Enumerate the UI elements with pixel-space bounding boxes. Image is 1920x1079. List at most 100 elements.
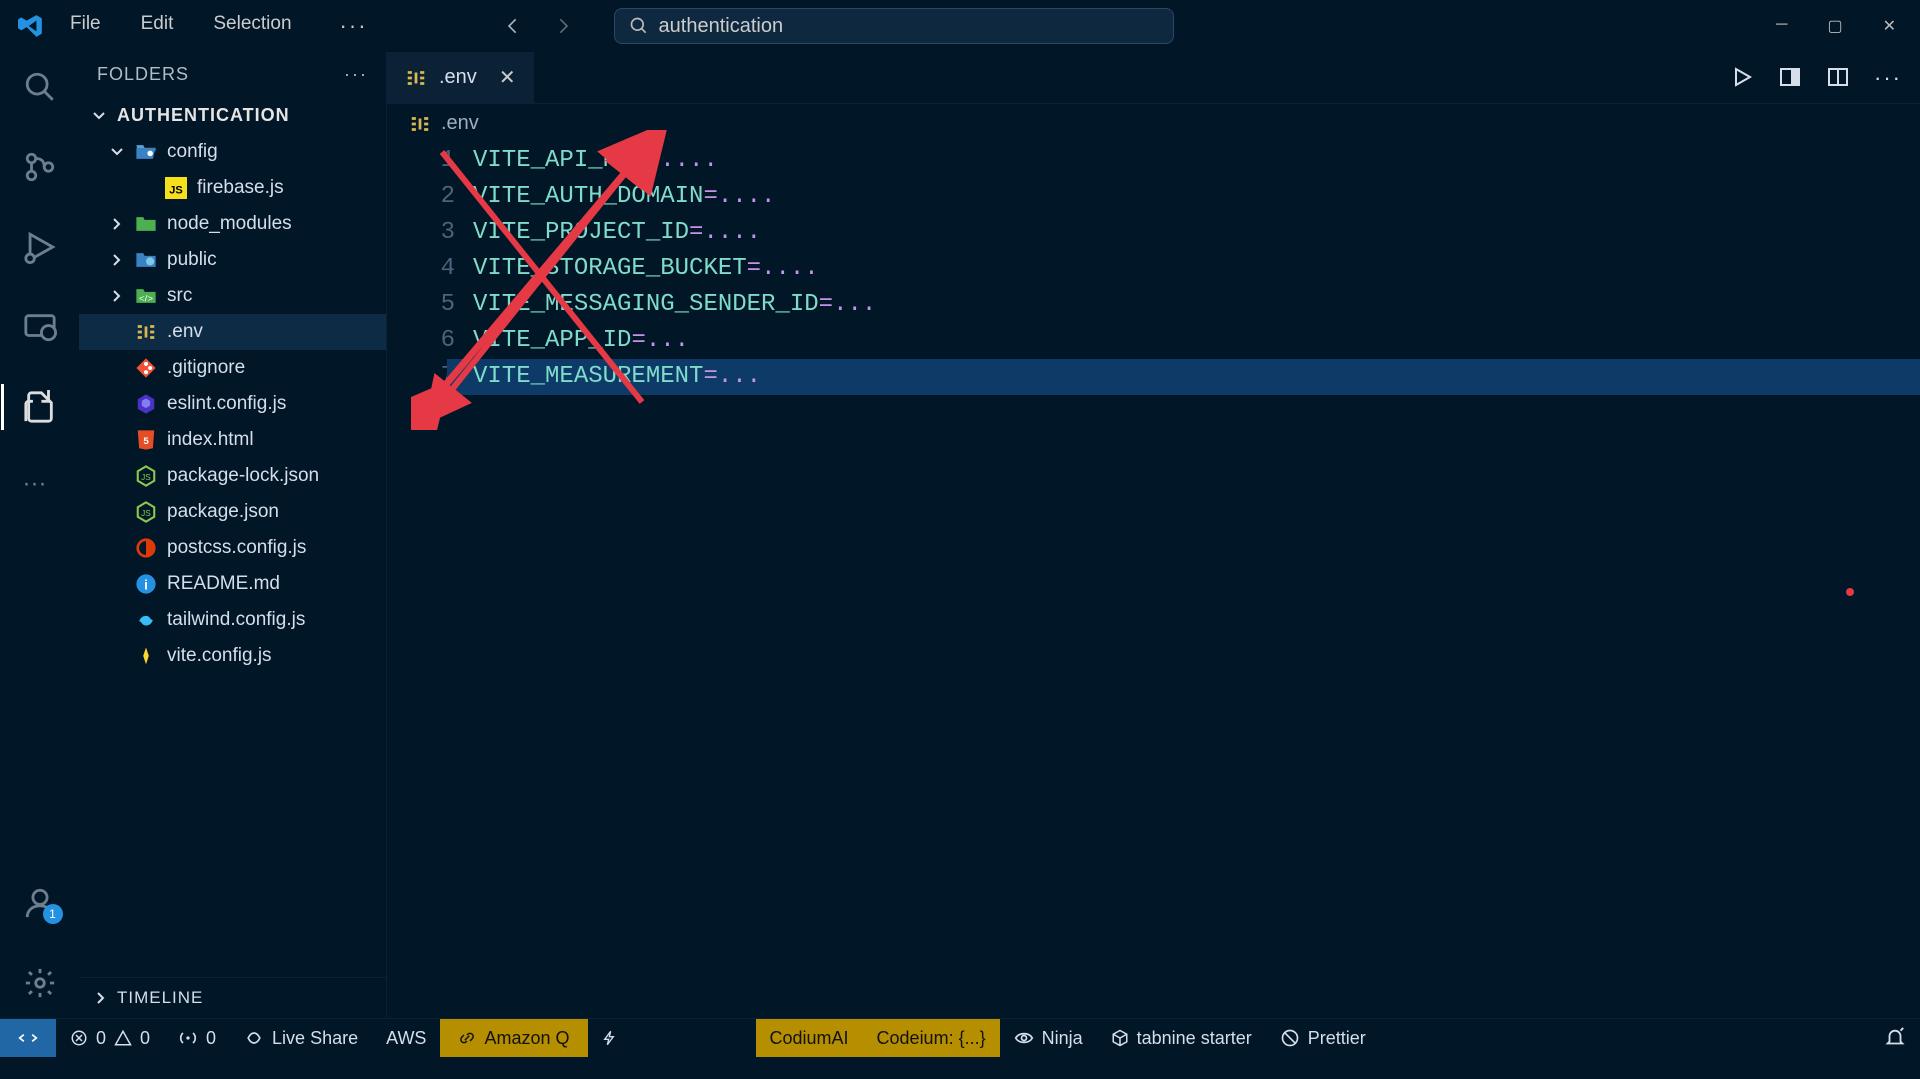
workspace-root[interactable]: AUTHENTICATION	[79, 97, 386, 134]
remote-indicator[interactable]	[0, 1019, 56, 1057]
tree-item-label: README.md	[167, 573, 280, 595]
tree-item-label: postcss.config.js	[167, 537, 306, 559]
breadcrumb-file: .env	[441, 112, 479, 135]
liveshare-icon	[244, 1028, 264, 1048]
code-line-6[interactable]: VITE_APP_ID=...	[473, 323, 1920, 359]
svg-text:JS: JS	[141, 509, 151, 518]
codium-status[interactable]: CodiumAI	[756, 1019, 863, 1057]
svg-text:JS: JS	[141, 473, 151, 482]
sidebar-header: FOLDERS ···	[79, 52, 386, 97]
breadcrumbs[interactable]: .env	[387, 104, 1920, 143]
nav-forward-icon[interactable]	[552, 16, 572, 36]
tab-env[interactable]: .env ✕	[387, 52, 534, 104]
tree-item-label: index.html	[167, 429, 254, 451]
aws-label: AWS	[386, 1028, 426, 1049]
code-line-2[interactable]: VITE_AUTH_DOMAIN=....	[473, 179, 1920, 215]
tree-item-package-json[interactable]: JSpackage.json	[79, 494, 386, 530]
chevron-down-icon	[91, 108, 107, 124]
split-editor-icon[interactable]	[1826, 65, 1850, 89]
search-activity-icon[interactable]	[23, 70, 57, 104]
tree-item-vite-config-js[interactable]: vite.config.js	[79, 638, 386, 674]
nav-back-icon[interactable]	[504, 16, 524, 36]
explorer-icon[interactable]	[23, 390, 57, 424]
editor-area[interactable]: 1234567 VITE_API_KEY=....VITE_AUTH_DOMAI…	[387, 143, 1920, 1018]
menu-file[interactable]: File	[64, 9, 107, 43]
tree-item--env[interactable]: .env	[79, 314, 386, 350]
menu-selection[interactable]: Selection	[207, 9, 297, 43]
settings-gear-icon[interactable]	[23, 966, 57, 1000]
tree-item-label: tailwind.config.js	[167, 609, 305, 631]
editor-more-icon[interactable]: ···	[1874, 65, 1902, 91]
split-right-icon[interactable]	[1778, 65, 1802, 89]
timeline-section[interactable]: TIMELINE	[79, 977, 386, 1018]
editor-group: .env ✕ ··· .env 1234567 VITE_API_KEY=...…	[387, 52, 1920, 1018]
tab-bar: .env ✕ ···	[387, 52, 1920, 104]
tree-item-config[interactable]: config	[79, 134, 386, 170]
warnings-count: 0	[140, 1028, 150, 1049]
tree-item-src[interactable]: </>src	[79, 278, 386, 314]
node-icon: JS	[135, 465, 157, 487]
folder-src-icon: </>	[135, 285, 157, 307]
remote-explorer-icon[interactable]	[23, 310, 57, 344]
tree-item-label: .env	[167, 321, 203, 343]
sidebar-more-icon[interactable]: ···	[344, 64, 368, 85]
source-control-icon[interactable]	[23, 150, 57, 184]
maximize-icon[interactable]: ▢	[1827, 16, 1842, 36]
js-icon: JS	[165, 177, 187, 199]
tree-item-label: package-lock.json	[167, 465, 319, 487]
run-debug-icon[interactable]	[23, 230, 57, 264]
tree-item--gitignore[interactable]: .gitignore	[79, 350, 386, 386]
accounts-icon[interactable]: 1	[23, 886, 57, 920]
tree-item-README-md[interactable]: iREADME.md	[79, 566, 386, 602]
run-icon[interactable]	[1730, 65, 1754, 89]
git-icon	[135, 357, 157, 379]
command-center-text: authentication	[659, 15, 784, 38]
tree-item-eslint-config-js[interactable]: eslint.config.js	[79, 386, 386, 422]
tree-item-label: node_modules	[167, 213, 292, 235]
problems-status[interactable]: 0 0	[56, 1019, 164, 1057]
tree-item-index-html[interactable]: 5index.html	[79, 422, 386, 458]
amazonq-status[interactable]: Amazon Q	[440, 1019, 587, 1057]
ports-status[interactable]: 0	[164, 1019, 230, 1057]
tree-item-label: public	[167, 249, 217, 271]
ninja-label: Ninja	[1042, 1028, 1083, 1049]
tree-item-public[interactable]: public	[79, 242, 386, 278]
notifications-status[interactable]	[1870, 1019, 1920, 1057]
code-line-1[interactable]: VITE_API_KEY=....	[473, 143, 1920, 179]
tree-item-package-lock-json[interactable]: JS package-lock.json	[79, 458, 386, 494]
codeium-status[interactable]: Codeium: {...}	[863, 1019, 1000, 1057]
menu-edit[interactable]: Edit	[135, 9, 180, 43]
tab-close-icon[interactable]: ✕	[499, 65, 516, 90]
prettier-label: Prettier	[1308, 1028, 1366, 1049]
code-line-4[interactable]: VITE_STORAGE_BUCKET=....	[473, 251, 1920, 287]
tree-item-firebase-js[interactable]: JSfirebase.js	[79, 170, 386, 206]
tabnine-status[interactable]: tabnine starter	[1097, 1019, 1266, 1057]
liveshare-label: Live Share	[272, 1028, 358, 1049]
code-line-5[interactable]: VITE_MESSAGING_SENDER_ID=...	[473, 287, 1920, 323]
svg-text:</>: </>	[139, 294, 153, 305]
tree-item-node_modules[interactable]: node_modules	[79, 206, 386, 242]
ports-count: 0	[206, 1028, 216, 1049]
code-line-3[interactable]: VITE_PROJECT_ID=....	[473, 215, 1920, 251]
tailwind-icon	[135, 609, 157, 631]
codium-label: CodiumAI	[770, 1028, 849, 1049]
minimize-icon[interactable]: ─	[1776, 16, 1787, 36]
code-line-7[interactable]: VITE_MEASUREMENT=...	[447, 359, 1920, 395]
aws-status[interactable]: AWS	[372, 1019, 440, 1057]
close-window-icon[interactable]: ✕	[1883, 16, 1896, 36]
ninja-status[interactable]: Ninja	[1000, 1019, 1097, 1057]
command-center[interactable]: authentication	[614, 8, 1174, 44]
status-bar: 0 0 0 Live Share AWS Amazon Q CodiumAI C…	[0, 1018, 1920, 1057]
liveshare-status[interactable]: Live Share	[230, 1019, 372, 1057]
prettier-status[interactable]: Prettier	[1266, 1019, 1380, 1057]
more-activity-icon[interactable]: ···	[23, 470, 57, 490]
tree-item-postcss-config-js[interactable]: postcss.config.js	[79, 530, 386, 566]
vite-icon	[135, 645, 157, 667]
vscode-logo-icon	[18, 13, 44, 39]
bolt-status[interactable]	[588, 1019, 632, 1057]
tree-item-label: .gitignore	[167, 357, 245, 379]
postcss-icon	[135, 537, 157, 559]
code-content[interactable]: VITE_API_KEY=....VITE_AUTH_DOMAIN=....VI…	[473, 143, 1920, 1018]
menu-more-icon[interactable]: ···	[334, 9, 374, 43]
tree-item-tailwind-config-js[interactable]: tailwind.config.js	[79, 602, 386, 638]
